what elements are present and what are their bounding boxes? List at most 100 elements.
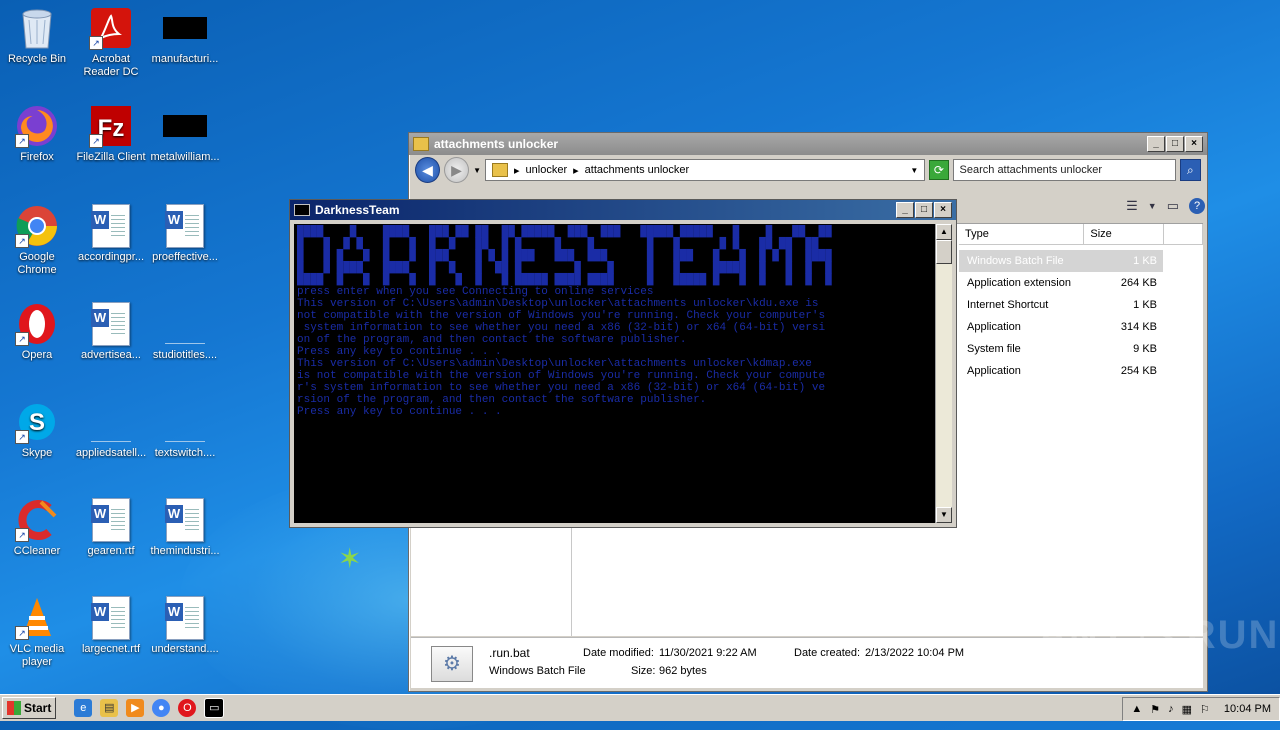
maximize-button[interactable]: □: [1166, 136, 1184, 152]
tray-expand-icon[interactable]: ▲: [1131, 703, 1142, 715]
blank-file-icon: [163, 302, 207, 346]
recycle-bin-icon: [15, 6, 59, 50]
file-row[interactable]: Application 314 KB: [959, 316, 1163, 338]
start-label: Start: [24, 701, 52, 715]
search-icon[interactable]: ⌕: [1179, 159, 1202, 181]
scroll-thumb[interactable]: [936, 240, 952, 264]
desktop-icon-appliedsatell[interactable]: appliedsatell...: [74, 394, 148, 460]
desktop-icon-label: appliedsatell...: [75, 447, 147, 459]
desktop-icon-label-line2: Chrome: [17, 264, 57, 276]
desktop-icon-largecnet[interactable]: W largecnet.rtf: [74, 590, 148, 656]
desktop-icon-filezilla[interactable]: Fz ↗ FileZilla Client: [74, 98, 148, 164]
shortcut-arrow-icon: ↗: [15, 332, 29, 346]
desktop-icon-manufacturi[interactable]: manufacturi...: [148, 0, 222, 66]
console-output[interactable]: ████ █ ████ ███ ██ ██ ██ █████ ███ ███ █…: [294, 224, 936, 523]
view-dropdown-icon[interactable]: ▼: [1148, 201, 1157, 211]
desktop-icon-proeffective[interactable]: W proeffective...: [148, 198, 222, 264]
skype-icon: S ↗: [15, 400, 59, 444]
black-file-icon: [163, 104, 207, 148]
media-player-icon[interactable]: ▶: [126, 699, 145, 717]
preview-pane-icon[interactable]: ▭: [1167, 198, 1179, 214]
desktop-icon-gearen[interactable]: W gearen.rtf: [74, 492, 148, 558]
desktop-icon-acrobat[interactable]: ↗ Acrobat Reader DC: [74, 0, 148, 79]
desktop-icon-advertisea[interactable]: W advertisea...: [74, 296, 148, 362]
network-icon[interactable]: ▦: [1182, 703, 1192, 716]
console-taskbar-icon[interactable]: ▭: [204, 698, 225, 718]
desktop-icon-ccleaner[interactable]: ↗ CCleaner: [0, 492, 74, 558]
desktop-icon-understand[interactable]: W understand....: [148, 590, 222, 656]
desktop-icon-label: manufacturi...: [151, 53, 219, 65]
file-row[interactable]: Application 254 KB: [959, 360, 1163, 382]
file-row[interactable]: Windows Batch File 1 KB: [959, 250, 1163, 272]
details-size-value: 962 bytes: [659, 665, 707, 677]
desktop-icon-recycle-bin[interactable]: Recycle Bin: [0, 0, 74, 66]
shortcut-arrow-icon: ↗: [15, 134, 29, 148]
acrobat-icon: ↗: [89, 6, 133, 50]
desktop-icon-accordingpr[interactable]: W accordingpr...: [74, 198, 148, 264]
clock[interactable]: 10:04 PM: [1224, 703, 1271, 715]
file-type: Application: [967, 321, 1021, 333]
desktop-icon-textswitch[interactable]: textswitch....: [148, 394, 222, 460]
shortcut-arrow-icon: ↗: [89, 134, 103, 148]
start-button[interactable]: Start: [2, 697, 57, 719]
desktop-icon-themindustri[interactable]: W themindustri...: [148, 492, 222, 558]
console-titlebar[interactable]: DarknessTeam _ □ ×: [290, 200, 956, 220]
breadcrumb-item[interactable]: unlocker: [526, 164, 568, 176]
details-modified-label: Date modified:: [583, 647, 654, 659]
action-center-icon[interactable]: ⚐: [1200, 703, 1210, 716]
svg-text:S: S: [29, 409, 45, 436]
close-button[interactable]: ×: [1185, 136, 1203, 152]
breadcrumb-separator-icon: ▸: [514, 164, 520, 177]
desktop-icon-skype[interactable]: S ↗ Skype: [0, 394, 74, 460]
breadcrumb-item[interactable]: attachments unlocker: [585, 164, 690, 176]
console-icon: [294, 204, 310, 216]
address-dropdown-icon[interactable]: ▼: [910, 166, 918, 175]
history-dropdown-icon[interactable]: ▼: [473, 166, 481, 175]
console-title: DarknessTeam: [315, 203, 400, 217]
minimize-button[interactable]: _: [896, 202, 914, 218]
navigation-bar: ◀ ▶ ▼ ▸ unlocker ▸ attachments unlocker …: [409, 155, 1207, 185]
view-options-icon[interactable]: ☰: [1126, 198, 1138, 214]
system-tray: ▲ ⚑ ♪ ▦ ⚐ 10:04 PM: [1122, 697, 1280, 721]
word-doc-icon: W: [89, 498, 133, 542]
explorer-taskbar-icon[interactable]: ▤: [100, 699, 119, 717]
desktop-icon-firefox[interactable]: ↗ Firefox: [0, 98, 74, 164]
scroll-down-icon[interactable]: ▼: [936, 507, 952, 523]
desktop-icon-vlc[interactable]: ↗ VLC media player: [0, 590, 74, 669]
desktop-icon-label: textswitch....: [154, 447, 216, 459]
column-header-size[interactable]: Size: [1084, 224, 1165, 244]
vlc-icon: ↗: [15, 596, 59, 640]
file-size: 264 KB: [1120, 277, 1157, 289]
column-header-extra[interactable]: [1164, 224, 1203, 244]
address-bar[interactable]: ▸ unlocker ▸ attachments unlocker ▼: [485, 159, 926, 181]
console-scrollbar[interactable]: ▲ ▼: [935, 224, 952, 523]
desktop-icon-opera[interactable]: ↗ Opera: [0, 296, 74, 362]
desktop-icon-metalwilliam[interactable]: metalwilliam...: [148, 98, 222, 164]
file-row[interactable]: Internet Shortcut 1 KB: [959, 294, 1163, 316]
chrome-taskbar-icon[interactable]: ●: [152, 699, 171, 717]
watermark: ANY ▷ RUN: [1038, 613, 1280, 657]
opera-taskbar-icon[interactable]: O: [178, 699, 197, 717]
breadcrumb-separator-icon: ▸: [573, 164, 579, 177]
close-button[interactable]: ×: [934, 202, 952, 218]
file-row[interactable]: Application extension 264 KB: [959, 272, 1163, 294]
desktop-icon-label: themindustri...: [150, 545, 220, 557]
search-input[interactable]: Search attachments unlocker: [952, 159, 1176, 181]
refresh-button[interactable]: ⟳: [929, 160, 949, 180]
help-icon[interactable]: ?: [1189, 198, 1205, 214]
desktop-icon-chrome[interactable]: ↗ Google Chrome: [0, 198, 74, 277]
file-row[interactable]: System file 9 KB: [959, 338, 1163, 360]
back-button[interactable]: ◀: [415, 157, 441, 183]
maximize-button[interactable]: □: [915, 202, 933, 218]
explorer-titlebar[interactable]: attachments unlocker _ □ ×: [409, 133, 1207, 155]
desktop-icon-label: Opera: [21, 349, 53, 361]
forward-button[interactable]: ▶: [444, 157, 470, 183]
column-header-type[interactable]: Type: [959, 224, 1085, 244]
flag-icon[interactable]: ⚑: [1150, 703, 1160, 716]
black-file-icon: [163, 6, 207, 50]
desktop-icon-studiotitles[interactable]: studiotitles....: [148, 296, 222, 362]
volume-icon[interactable]: ♪: [1168, 703, 1174, 715]
minimize-button[interactable]: _: [1147, 136, 1165, 152]
scroll-up-icon[interactable]: ▲: [936, 224, 952, 240]
internet-explorer-icon[interactable]: e: [74, 699, 93, 717]
